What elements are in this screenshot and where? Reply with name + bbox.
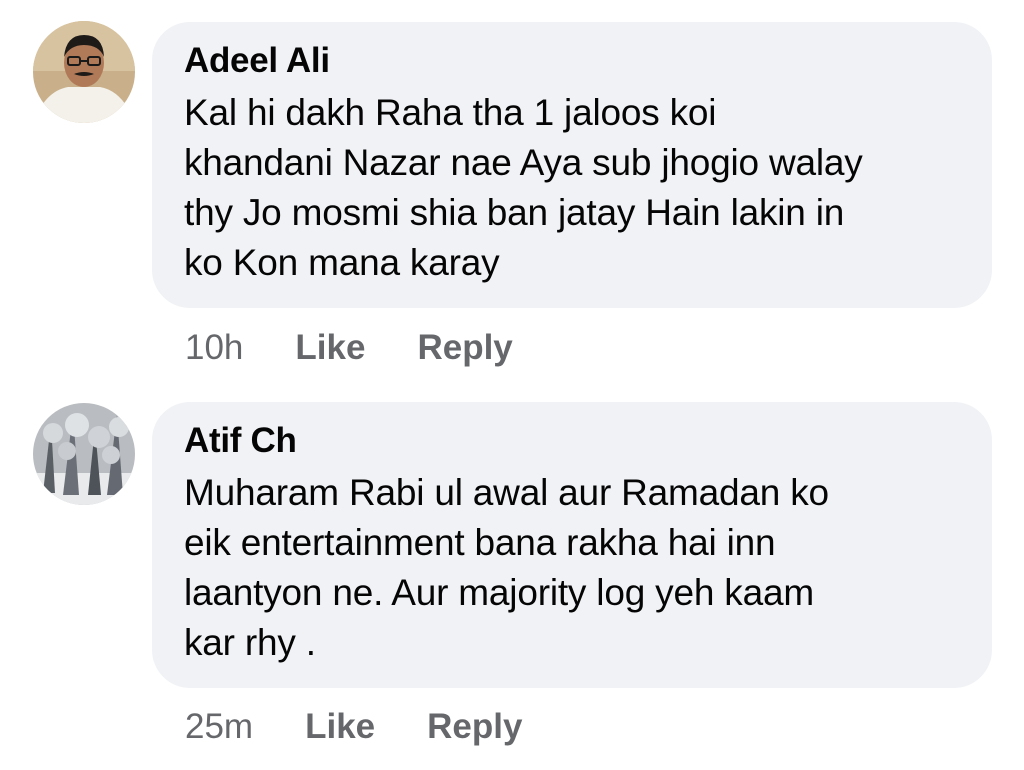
- like-button[interactable]: Like: [295, 328, 365, 368]
- like-button[interactable]: Like: [305, 707, 375, 747]
- comment-bubble: Adeel Ali Kal hi dakh Raha tha 1 jaloos …: [152, 22, 992, 308]
- comment-actions: 25m Like Reply: [185, 706, 522, 748]
- reply-button[interactable]: Reply: [427, 707, 522, 747]
- comment-author[interactable]: Adeel Ali: [184, 40, 960, 82]
- avatar[interactable]: [33, 403, 135, 505]
- comment-text: Kal hi dakh Raha tha 1 jaloos koi khanda…: [184, 92, 863, 283]
- comment-text: Muharam Rabi ul awal aur Ramadan ko eik …: [184, 472, 829, 663]
- comment-bubble: Atif Ch Muharam Rabi ul awal aur Ramadan…: [152, 402, 992, 688]
- comment-actions: 10h Like Reply: [185, 327, 513, 369]
- avatar[interactable]: [33, 21, 135, 123]
- reply-button[interactable]: Reply: [417, 328, 512, 368]
- comment-timestamp[interactable]: 10h: [185, 328, 243, 368]
- comment-author[interactable]: Atif Ch: [184, 420, 960, 462]
- comment-timestamp[interactable]: 25m: [185, 707, 253, 747]
